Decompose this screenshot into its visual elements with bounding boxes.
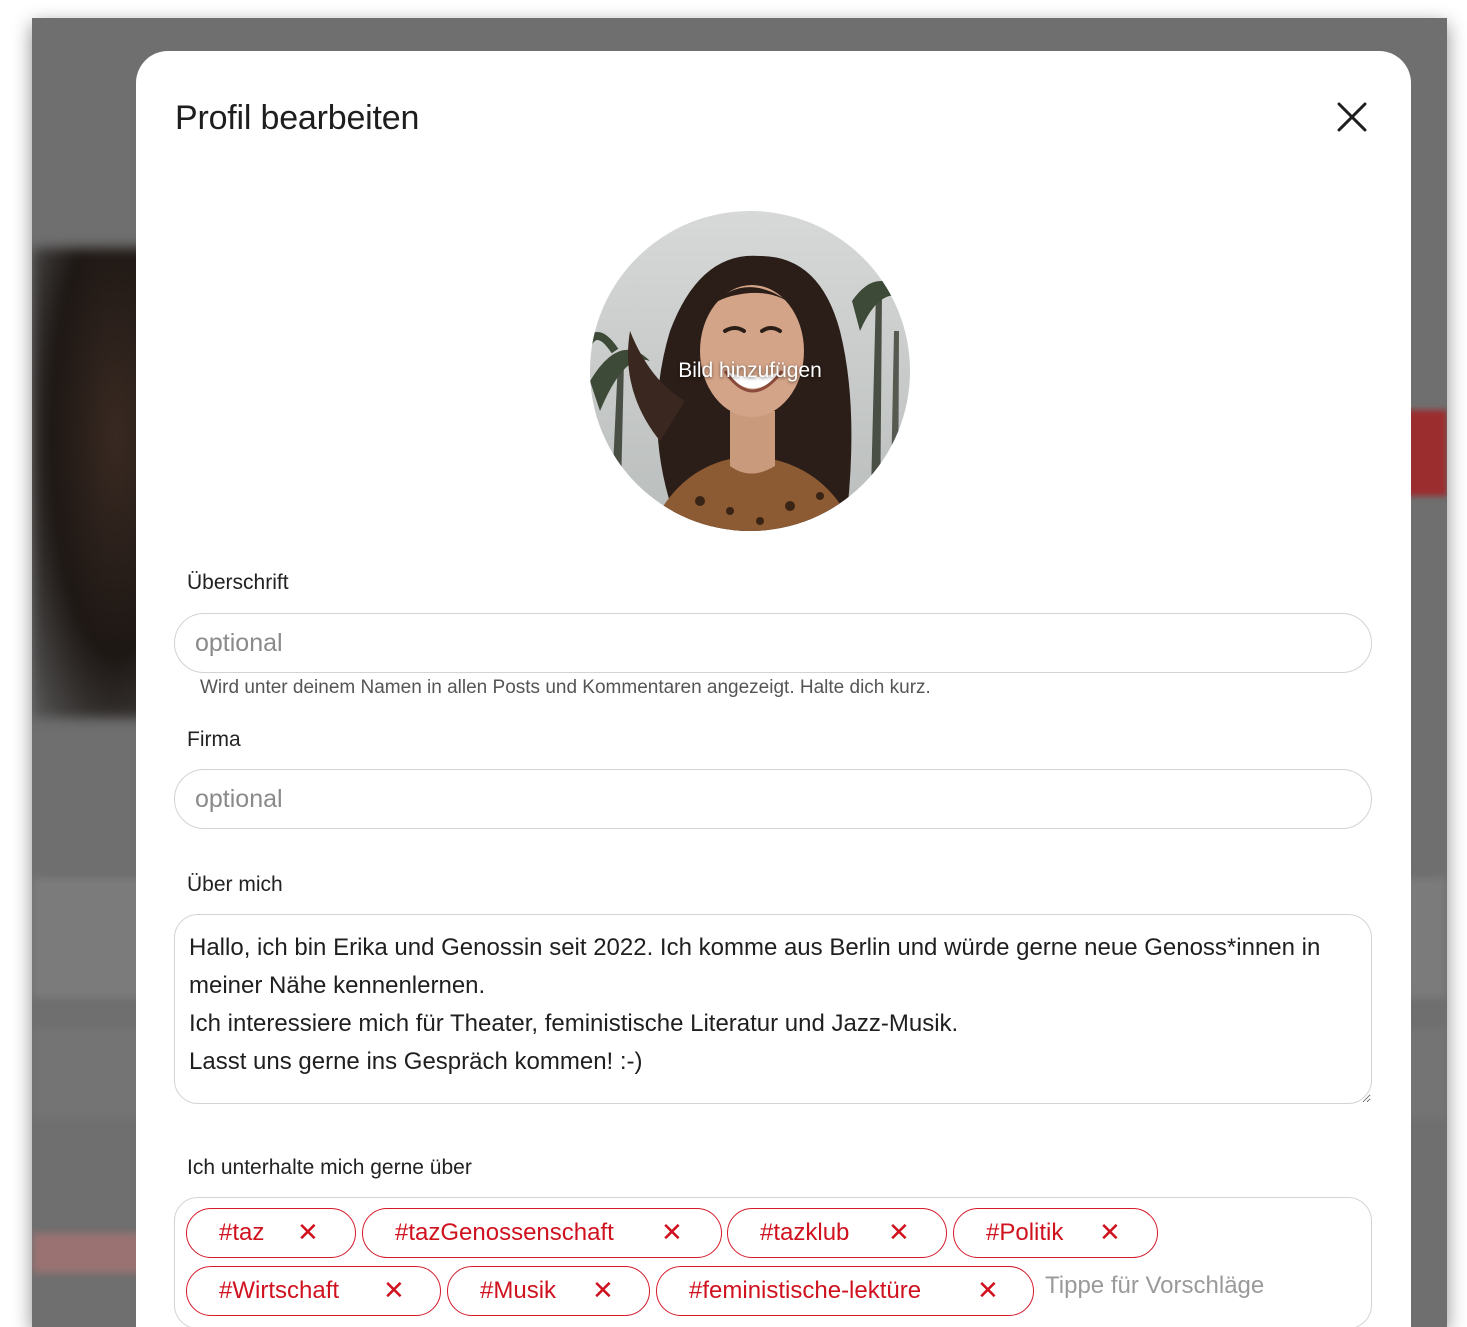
add-image-label: Bild hinzufügen: [678, 359, 822, 382]
tag-label: #tazklub: [760, 1219, 850, 1246]
background-page-image: [32, 248, 152, 718]
tag-chip: #feministische-lektüre ✕: [656, 1266, 1034, 1316]
tag-chip: #Musik ✕: [447, 1266, 650, 1316]
remove-tag-icon[interactable]: ✕: [888, 1209, 910, 1256]
tag-label: #Politik: [986, 1219, 1064, 1246]
tag-label: #taz: [219, 1219, 265, 1246]
tag-label: #Wirtschaft: [219, 1277, 340, 1304]
app-screen: Profil bearbeiten Bild hinzufügen Übersc…: [32, 18, 1447, 1327]
company-input[interactable]: [174, 769, 1372, 829]
tag-chip: #tazklub ✕: [727, 1208, 947, 1258]
tag-label: #feministische-lektüre: [689, 1277, 922, 1304]
topics-tag-input: #taz ✕ #tazGenossenschaft ✕ #tazklub ✕ #…: [174, 1197, 1372, 1327]
headline-label: Überschrift: [187, 571, 289, 594]
modal-title: Profil bearbeiten: [175, 99, 420, 137]
remove-tag-icon[interactable]: ✕: [1099, 1209, 1121, 1256]
remove-tag-icon[interactable]: ✕: [977, 1267, 999, 1314]
tag-chip: #taz ✕: [186, 1208, 356, 1258]
edit-profile-modal: Profil bearbeiten Bild hinzufügen Übersc…: [136, 51, 1411, 1327]
tag-label: #tazGenossenschaft: [395, 1219, 614, 1246]
tag-chip: #tazGenossenschaft ✕: [362, 1208, 722, 1258]
headline-input[interactable]: [174, 613, 1372, 673]
background-page-section: [32, 1233, 142, 1273]
about-label: Über mich: [187, 873, 283, 896]
remove-tag-icon[interactable]: ✕: [661, 1209, 683, 1256]
tag-label: #Musik: [480, 1277, 557, 1304]
about-textarea[interactable]: [174, 914, 1372, 1104]
headline-hint: Wird unter deinem Namen in allen Posts u…: [200, 677, 931, 698]
avatar-upload[interactable]: Bild hinzufügen: [590, 211, 910, 531]
remove-tag-icon[interactable]: ✕: [592, 1267, 614, 1314]
close-icon: [1337, 102, 1367, 132]
tag-chip: #Politik ✕: [953, 1208, 1158, 1258]
company-label: Firma: [187, 728, 241, 751]
tag-search-input[interactable]: [1045, 1261, 1345, 1311]
close-button[interactable]: [1332, 97, 1372, 137]
topics-label: Ich unterhalte mich gerne über: [187, 1156, 472, 1179]
tag-chip: #Wirtschaft ✕: [186, 1266, 441, 1316]
remove-tag-icon[interactable]: ✕: [383, 1267, 405, 1314]
remove-tag-icon[interactable]: ✕: [297, 1209, 319, 1256]
